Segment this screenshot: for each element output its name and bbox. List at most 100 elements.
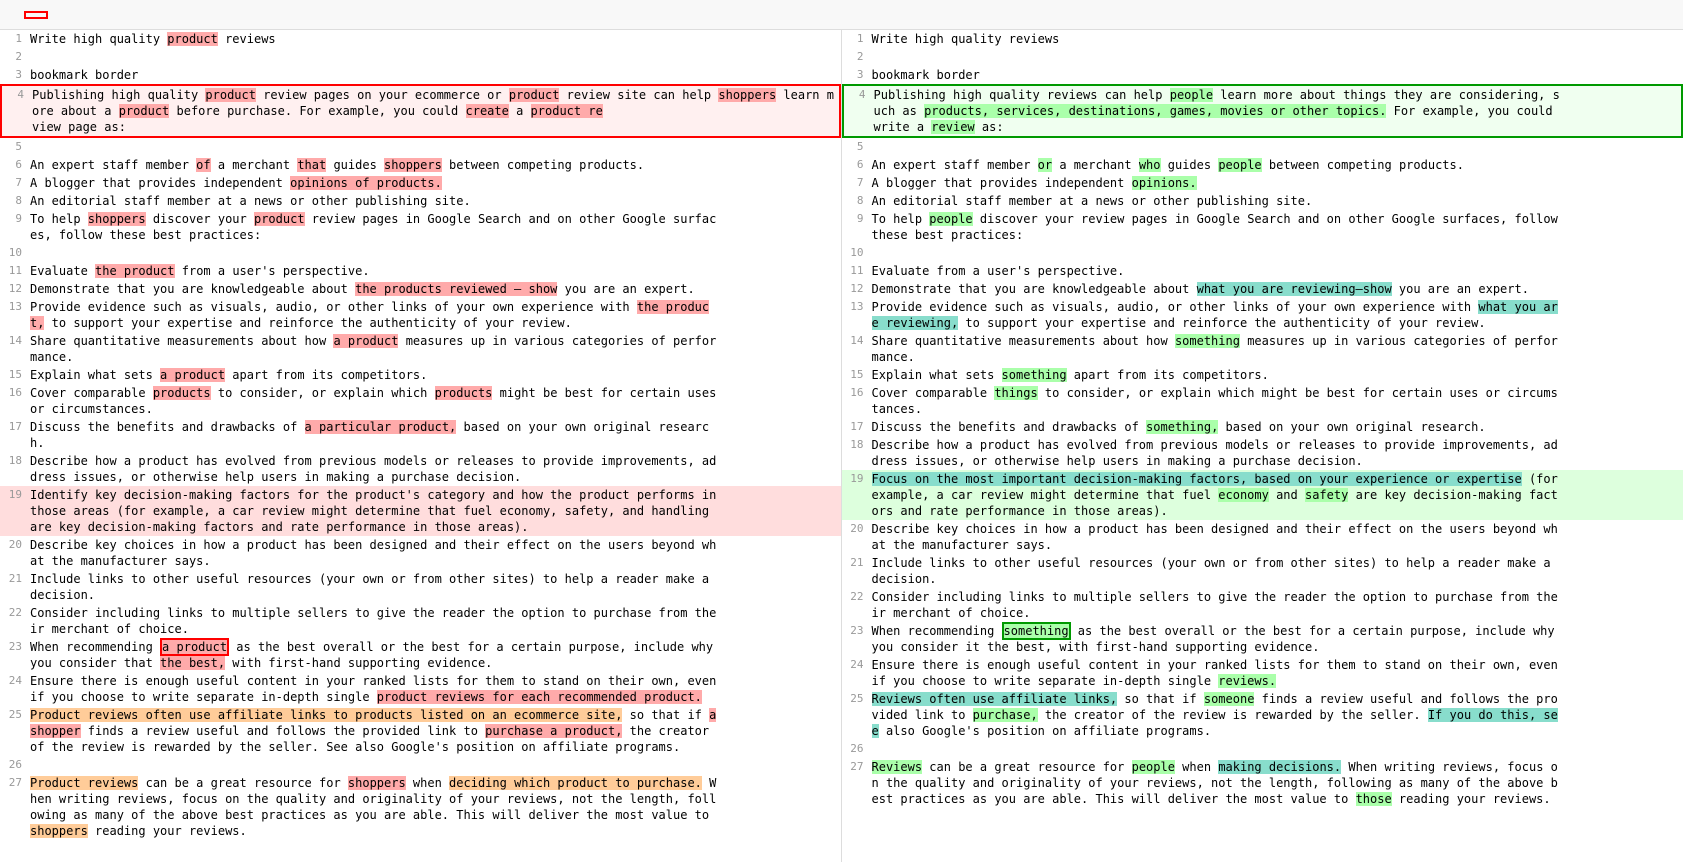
line-number: 6 <box>842 157 870 173</box>
line-number: 17 <box>842 419 870 435</box>
line: 21Include links to other useful resource… <box>0 570 841 604</box>
line: 13Provide evidence such as visuals, audi… <box>842 298 1683 332</box>
line: 2 <box>842 48 1683 66</box>
line-number: 2 <box>842 49 870 65</box>
line: 15Explain what sets something apart from… <box>842 366 1683 384</box>
line: 27Product reviews can be a great resourc… <box>0 774 841 840</box>
line-number: 4 <box>844 87 872 135</box>
line-content: An expert staff member or a merchant who… <box>870 157 1683 173</box>
line-number: 10 <box>0 245 28 261</box>
line-content: Explain what sets something apart from i… <box>870 367 1683 383</box>
line: 6An expert staff member or a merchant wh… <box>842 156 1683 174</box>
line-content: Focus on the most important decision-mak… <box>870 471 1683 519</box>
line: 23When recommending a product as the bes… <box>0 638 841 672</box>
line-content: Write high quality reviews <box>870 31 1683 47</box>
line-content: Ensure there is enough useful content in… <box>870 657 1683 689</box>
line-content <box>870 139 1683 155</box>
line: 18Describe how a product has evolved fro… <box>842 436 1683 470</box>
line: 26 <box>0 756 841 774</box>
line-content: Evaluate from a user's perspective. <box>870 263 1683 279</box>
line: 26 <box>842 740 1683 758</box>
line-number: 16 <box>842 385 870 417</box>
line: 25Reviews often use affiliate links, so … <box>842 690 1683 740</box>
line-content <box>870 741 1683 757</box>
line: 10 <box>0 244 841 262</box>
line: 8An editorial staff member at a news or … <box>0 192 841 210</box>
line-content: Reviews can be a great resource for peop… <box>870 759 1683 807</box>
line-number: 5 <box>842 139 870 155</box>
line-number: 20 <box>0 537 28 569</box>
line-content: Provide evidence such as visuals, audio,… <box>28 299 841 331</box>
line: 6An expert staff member of a merchant th… <box>0 156 841 174</box>
line-content: Reviews often use affiliate links, so th… <box>870 691 1683 739</box>
line: 25Product reviews often use affiliate li… <box>0 706 841 756</box>
line-content: bookmark border <box>870 67 1683 83</box>
line: 17Discuss the benefits and drawbacks of … <box>842 418 1683 436</box>
line: 1Write high quality product reviews <box>0 30 841 48</box>
line-content <box>28 49 841 65</box>
line-content: Consider including links to multiple sel… <box>870 589 1683 621</box>
line-number: 25 <box>0 707 28 755</box>
line: 5 <box>842 138 1683 156</box>
line-content: Include links to other useful resources … <box>28 571 841 603</box>
line: 27Reviews can be a great resource for pe… <box>842 758 1683 808</box>
line-number: 3 <box>0 67 28 83</box>
line-number: 22 <box>0 605 28 637</box>
line-number: 19 <box>0 487 28 535</box>
line-number: 5 <box>0 139 28 155</box>
line-content: A blogger that provides independent opin… <box>870 175 1683 191</box>
line: 1Write high quality reviews <box>842 30 1683 48</box>
line-number: 11 <box>842 263 870 279</box>
line-content: Product reviews can be a great resource … <box>28 775 841 839</box>
line-content <box>28 245 841 261</box>
line-content: Share quantitative measurements about ho… <box>870 333 1683 365</box>
line-content <box>28 757 841 773</box>
line-content: When recommending something as the best … <box>870 623 1683 655</box>
left-title-box <box>24 11 48 19</box>
line-number: 15 <box>842 367 870 383</box>
line-number: 18 <box>842 437 870 469</box>
line: 20Describe key choices in how a product … <box>0 536 841 570</box>
line: 3bookmark border <box>842 66 1683 84</box>
line: 16Cover comparable things to consider, o… <box>842 384 1683 418</box>
line-number: 22 <box>842 589 870 621</box>
line-content: Provide evidence such as visuals, audio,… <box>870 299 1683 331</box>
line: 2 <box>0 48 841 66</box>
right-panel: 1Write high quality reviews23bookmark bo… <box>842 30 1683 862</box>
line: 24Ensure there is enough useful content … <box>842 656 1683 690</box>
line-number: 23 <box>842 623 870 655</box>
line-content: Discuss the benefits and drawbacks of a … <box>28 419 841 451</box>
line-content: When recommending a product as the best … <box>28 639 841 671</box>
line-content: Write high quality product reviews <box>28 31 841 47</box>
line-content: Cover comparable products to consider, o… <box>28 385 841 417</box>
line: 8An editorial staff member at a news or … <box>842 192 1683 210</box>
line: 22Consider including links to multiple s… <box>0 604 841 638</box>
line-number: 26 <box>0 757 28 773</box>
line-content: An expert staff member of a merchant tha… <box>28 157 841 173</box>
line-content: Cover comparable things to consider, or … <box>870 385 1683 417</box>
line-number: 4 <box>2 87 30 135</box>
line-number: 24 <box>842 657 870 689</box>
line-content <box>28 139 841 155</box>
line-content: Explain what sets a product apart from i… <box>28 367 841 383</box>
line: 9To help people discover your review pag… <box>842 210 1683 244</box>
line-content: To help people discover your review page… <box>870 211 1683 243</box>
line-content: Share quantitative measurements about ho… <box>28 333 841 365</box>
line: 7A blogger that provides independent opi… <box>0 174 841 192</box>
line-number: 18 <box>0 453 28 485</box>
line: 4Publishing high quality reviews can hel… <box>842 84 1683 138</box>
line-number: 9 <box>842 211 870 243</box>
line-content: Describe how a product has evolved from … <box>28 453 841 485</box>
line-content: To help shoppers discover your product r… <box>28 211 841 243</box>
line-content: Ensure there is enough useful content in… <box>28 673 841 705</box>
line: 21Include links to other useful resource… <box>842 554 1683 588</box>
line: 7A blogger that provides independent opi… <box>842 174 1683 192</box>
left-panel: 1Write high quality product reviews23boo… <box>0 30 842 862</box>
line: 14Share quantitative measurements about … <box>842 332 1683 366</box>
line-content <box>870 245 1683 261</box>
line-content: Demonstrate that you are knowledgeable a… <box>28 281 841 297</box>
line-content: Identify key decision-making factors for… <box>28 487 841 535</box>
line-number: 13 <box>0 299 28 331</box>
line-number: 8 <box>842 193 870 209</box>
line-number: 17 <box>0 419 28 451</box>
